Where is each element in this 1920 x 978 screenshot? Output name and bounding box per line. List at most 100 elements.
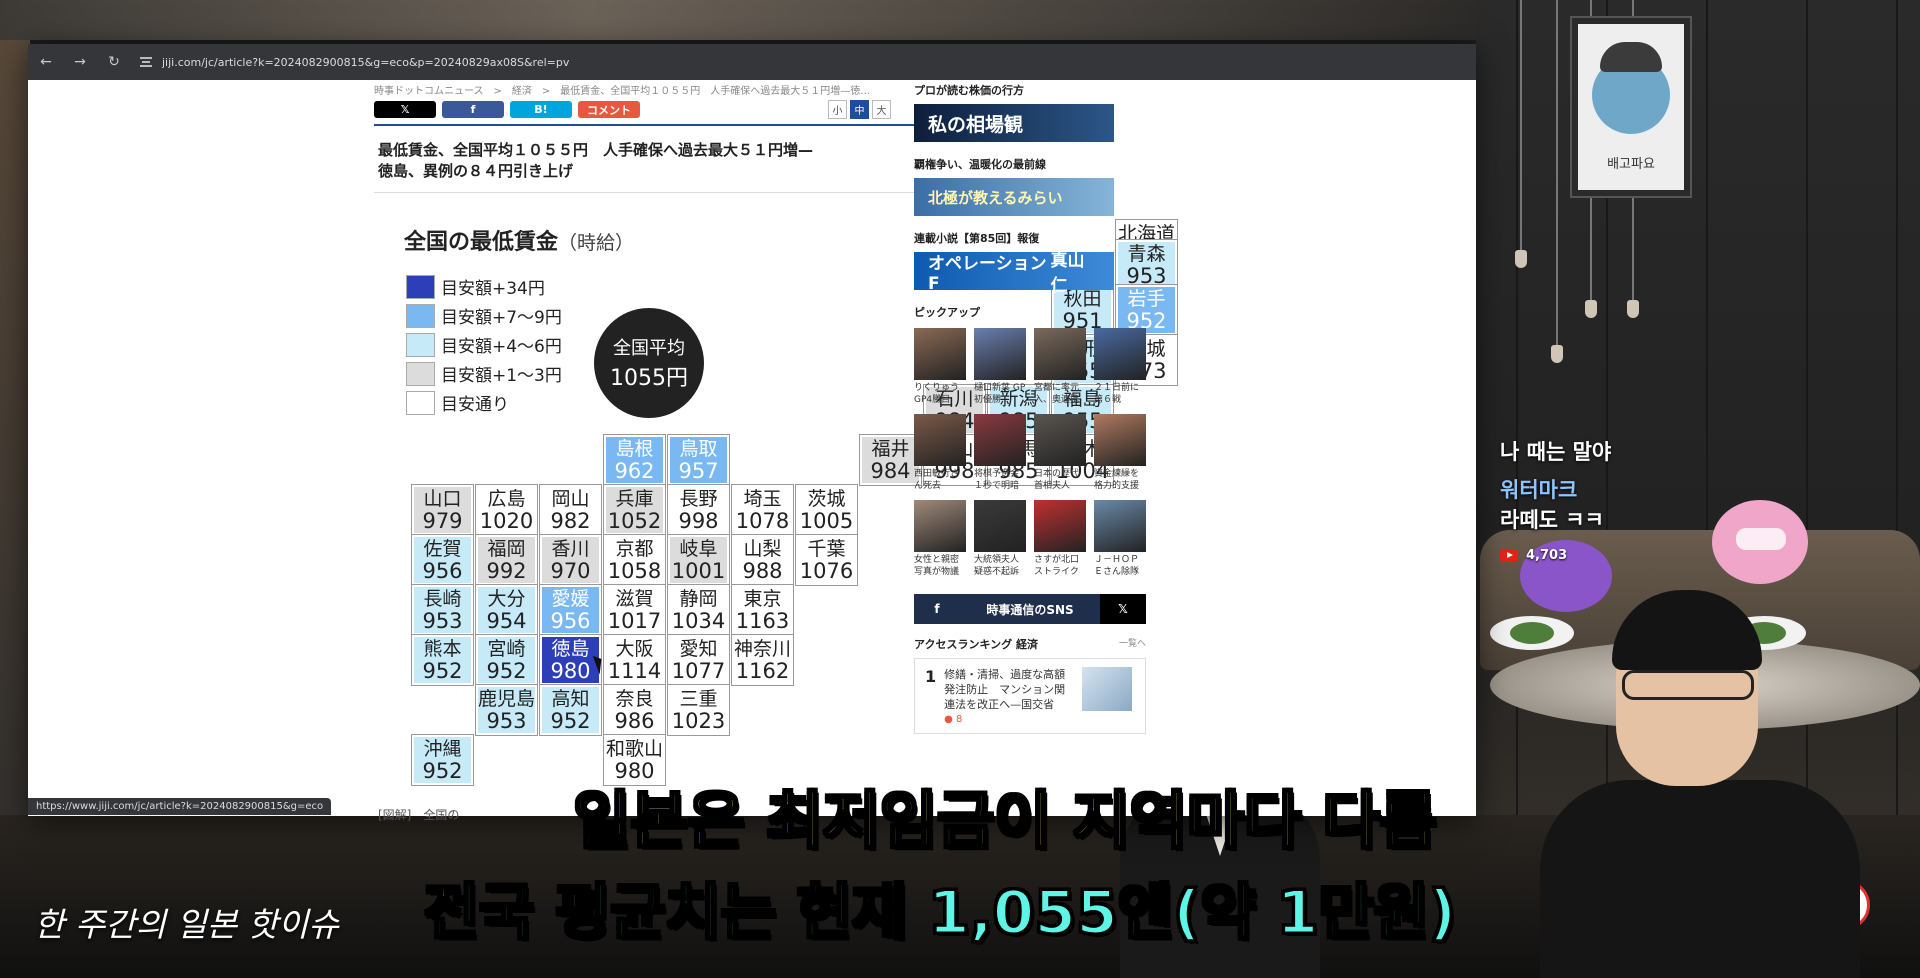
pickup-caption[interactable]: ２１日前に 第６戦 <box>1094 382 1146 408</box>
prefecture-name: 千葉 <box>807 538 846 560</box>
pickup-thumbnail[interactable] <box>1034 328 1086 380</box>
font-size-small[interactable]: 小 <box>828 100 847 119</box>
prefecture-name: 茨城 <box>807 488 846 510</box>
prefecture-tile: 千葉 1076 <box>796 535 857 585</box>
view-count: 4,703 <box>1526 548 1568 563</box>
pickup-thumbnail[interactable] <box>974 328 1026 380</box>
share-buttons: 𝕏 f B! コメント <box>374 101 640 118</box>
map-title: 全国の最低賃金（時給） <box>404 224 634 256</box>
chat-overlay: 나 때는 말야 워터마크 라떼도 ㅋㅋ 4,703 <box>1500 436 1770 563</box>
pickup-thumbnail[interactable] <box>974 500 1026 552</box>
prefecture-name: 長野 <box>679 488 718 510</box>
pickup-item[interactable]: 樋口新葉 GP初優勝 <box>974 328 1026 408</box>
pickup-thumbnail[interactable] <box>914 328 966 380</box>
ranking-thumbnail[interactable] <box>1082 667 1133 711</box>
share-x-button[interactable]: 𝕏 <box>374 101 436 118</box>
market-view-banner[interactable]: 私の相場観 <box>914 104 1114 142</box>
prefecture-tile: 岐阜 1001 <box>668 535 729 585</box>
prefecture-name: 鳥取 <box>679 438 718 460</box>
pickup-caption[interactable]: 西田敏行さ ん死去 <box>914 468 966 494</box>
prefecture-wage: 1162 <box>735 659 790 683</box>
novel-banner-title: オペレーションF <box>928 253 1047 294</box>
pickup-item[interactable]: 日本の歴代 首相夫人 <box>1034 414 1086 494</box>
url-text[interactable]: jiji.com/jc/article?k=2024082900815&g=ec… <box>162 56 569 69</box>
pickup-item[interactable]: 宮都に率元 入、奥連携 <box>1034 328 1086 408</box>
pickup-caption[interactable]: さすが北口 ストライク <box>1034 554 1086 580</box>
prefecture-tile: 鹿児島 953 <box>476 685 537 735</box>
ranking-item[interactable]: 1 修繕・清掃、過度な高額 発注防止 マンション関 連法を改正へ—国交省 ● 8 <box>914 658 1146 734</box>
prefecture-name: 青森 <box>1127 243 1166 265</box>
pickup-item[interactable]: 資金練繰を 格力的支援 <box>1094 414 1146 494</box>
pendant-lamp <box>1515 0 1527 268</box>
legend-item: 目安額+4～6円 <box>406 330 562 359</box>
font-size-large[interactable]: 大 <box>872 100 891 119</box>
pickup-item[interactable]: さすが北口 ストライク <box>1034 500 1086 580</box>
pickup-thumbnail[interactable] <box>1034 500 1086 552</box>
prefecture-wage: 956 <box>550 609 591 633</box>
pickup-caption[interactable]: Ｊ－ＨＯＰ Ｅさん除隊 <box>1094 554 1146 580</box>
prefecture-name: 福井 <box>871 438 910 460</box>
site-settings-icon[interactable] <box>140 57 152 67</box>
pickup-item[interactable]: 西田敏行さ ん死去 <box>914 414 966 494</box>
pickup-thumbnail[interactable] <box>1034 414 1086 466</box>
pickup-caption[interactable]: 将棋予選会 １秒で明暗 <box>974 468 1026 494</box>
legend-swatch <box>406 361 435 386</box>
novel-banner[interactable]: オペレーションF 真山 仁 <box>914 251 1114 296</box>
facebook-icon[interactable]: f <box>914 602 960 616</box>
pickup-caption[interactable]: 女性と親密 写真が物議 <box>914 554 966 580</box>
prefecture-name: 神奈川 <box>734 638 792 660</box>
wall-picture-frame: 배고파요 <box>1572 18 1690 196</box>
pickup-thumbnail[interactable] <box>1094 500 1146 552</box>
pickup-thumbnail[interactable] <box>1094 414 1146 466</box>
novel-banner-author: 真山 仁 <box>1050 251 1085 296</box>
prefecture-tile: 兵庫 1052 <box>604 485 665 535</box>
minimum-wage-map[interactable]: 全国の最低賃金（時給） 目安額+34円 目安額+7～9円 目安額+4～6円 目安額+1… <box>388 212 1177 816</box>
pickup-thumbnail[interactable] <box>974 414 1026 466</box>
pickup-caption[interactable]: 宮都に率元 入、奥連携 <box>1034 382 1086 408</box>
pickup-caption[interactable]: 日本の歴代 首相夫人 <box>1034 468 1086 494</box>
pickup-item[interactable]: 将棋予選会 １秒で明暗 <box>974 414 1026 494</box>
pickup-item[interactable]: 女性と親密 写真が物議 <box>914 500 966 580</box>
prefecture-wage: 962 <box>614 459 655 483</box>
breadcrumb[interactable]: 時事ドットコムニュース > 経済 > 最低賃金、全国平均１０５５円 人手確保へ過… <box>374 82 870 97</box>
forward-arrow-icon[interactable]: → <box>72 54 88 70</box>
font-size-medium[interactable]: 中 <box>850 100 869 119</box>
article-headline: 最低賃金、全国平均１０５５円 人手確保へ過去最大５１円増— 徳島、異例の８４円引… <box>378 141 814 180</box>
pickup-caption[interactable]: 資金練繰を 格力的支援 <box>1094 468 1146 494</box>
pickup-item[interactable]: りくりゅう GP4勝目 <box>914 328 966 408</box>
pickup-item[interactable]: Ｊ－ＨＯＰ Ｅさん除隊 <box>1094 500 1146 580</box>
comment-button[interactable]: コメント <box>578 101 640 118</box>
pickup-thumbnail[interactable] <box>914 500 966 552</box>
ranking-text[interactable]: 修繕・清掃、過度な高額 発注防止 マンション関 連法を改正へ—国交省 <box>944 667 1074 712</box>
pickup-thumbnail[interactable] <box>1094 328 1146 380</box>
right-sidebar: プロが読む株価の行方 私の相場観 覇権争い、温暖化の最前線 北極が教えるみらい … <box>914 82 1146 734</box>
chat-username: 워터마크 <box>1500 478 1578 502</box>
prefecture-name: 広島 <box>487 488 526 510</box>
pickup-caption[interactable]: 大統領夫人 疑惑不起訴 <box>974 554 1026 580</box>
prefecture-tile: 愛知 1077 <box>668 635 729 685</box>
share-facebook-button[interactable]: f <box>442 101 504 118</box>
sns-bar[interactable]: f 時事通信のSNS 𝕏 <box>914 594 1146 624</box>
url-field[interactable]: jiji.com/jc/article?k=2024082900815&g=ec… <box>140 56 569 69</box>
chat-message: 라떼도 ㅋㅋ <box>1500 508 1604 532</box>
pickup-caption[interactable]: りくりゅう GP4勝目 <box>914 382 966 408</box>
reload-icon[interactable]: ↻ <box>106 54 122 70</box>
pickup-thumbnail[interactable] <box>914 414 966 466</box>
ranking-more-link[interactable]: 一覧へ <box>1119 636 1146 652</box>
room-ceiling <box>0 0 1476 40</box>
share-hatena-button[interactable]: B! <box>510 101 572 118</box>
prefecture-wage: 992 <box>486 559 527 583</box>
prefecture-wage: 1017 <box>607 609 662 633</box>
pickup-item[interactable]: 大統領夫人 疑惑不起訴 <box>974 500 1026 580</box>
x-icon[interactable]: 𝕏 <box>1100 594 1146 624</box>
pickup-item[interactable]: ２１日前に 第６戦 <box>1094 328 1146 408</box>
prefecture-wage: 1023 <box>671 709 726 733</box>
pickup-caption[interactable]: 樋口新葉 GP初優勝 <box>974 382 1026 408</box>
prefecture-name: 山口 <box>423 488 462 510</box>
back-arrow-icon[interactable]: ← <box>38 54 54 70</box>
legend-item: 目安額+1～3円 <box>406 359 562 388</box>
prefecture-wage: 998 <box>678 509 719 533</box>
prefecture-tile: 宮崎 952 <box>476 635 537 685</box>
divider <box>374 192 924 193</box>
arctic-banner[interactable]: 北極が教えるみらい <box>914 178 1114 216</box>
